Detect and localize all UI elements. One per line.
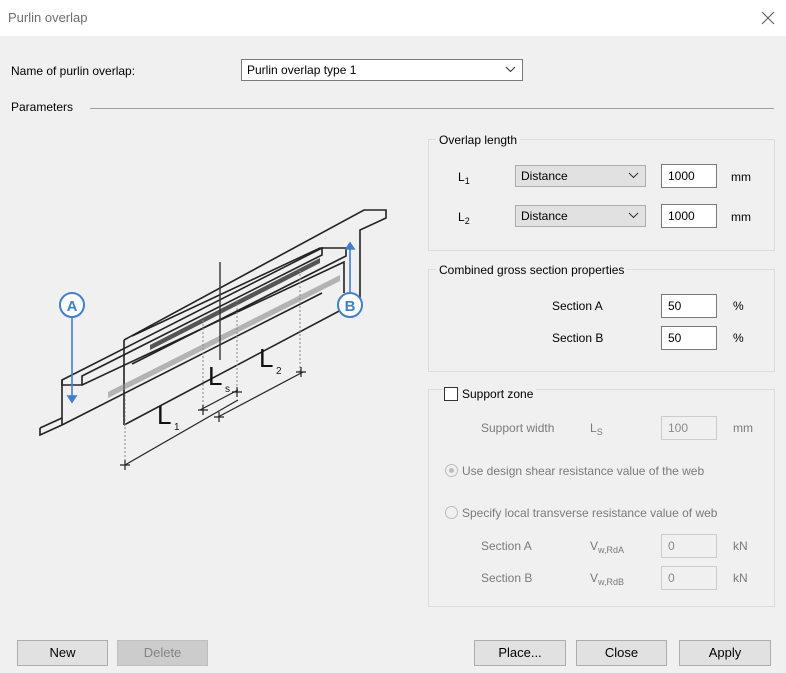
- combined-section-a-label: Section A: [552, 299, 603, 313]
- l1-value-input[interactable]: 1000: [661, 164, 717, 188]
- combined-section-a-input[interactable]: 50: [661, 294, 717, 318]
- parameters-separator: [90, 108, 774, 109]
- purlin-overlap-name-value: Purlin overlap type 1: [247, 63, 357, 77]
- support-section-b-unit: kN: [733, 571, 748, 585]
- dim-ls-label: L: [208, 361, 222, 391]
- l2-label: L2: [458, 210, 470, 226]
- dim-l2-label: L: [259, 343, 273, 373]
- name-label: Name of purlin overlap:: [11, 64, 136, 78]
- combined-group: [428, 269, 775, 372]
- overlap-length-title: Overlap length: [436, 133, 521, 147]
- apply-button[interactable]: Apply: [679, 640, 771, 666]
- support-width-symbol: LS: [590, 421, 603, 437]
- radio-use-design-shear[interactable]: [445, 464, 458, 477]
- combined-section-b-label: Section B: [552, 331, 604, 345]
- overlap-length-group: [428, 139, 775, 251]
- chevron-down-icon: [505, 66, 516, 73]
- l1-type-select[interactable]: Distance: [515, 165, 646, 187]
- l1-unit: mm: [731, 170, 751, 184]
- support-section-b-input[interactable]: 0: [661, 566, 717, 590]
- window-title: Purlin overlap: [8, 10, 88, 25]
- place-button[interactable]: Place...: [474, 640, 566, 666]
- l1-label: L1: [458, 170, 470, 186]
- l2-unit: mm: [731, 210, 751, 224]
- parameters-label: Parameters: [11, 100, 74, 114]
- radio-use-design-shear-label: Use design shear resistance value of the…: [462, 464, 705, 478]
- support-width-unit: mm: [733, 421, 753, 435]
- support-section-b-symbol: Vw,RdB: [590, 571, 625, 587]
- l2-type-value: Distance: [521, 209, 568, 223]
- title-bar: Purlin overlap: [0, 0, 786, 36]
- support-section-a-input[interactable]: 0: [661, 534, 717, 558]
- radio-specify-local-label: Specify local transverse resistance valu…: [462, 506, 718, 520]
- delete-button[interactable]: Delete: [117, 640, 208, 666]
- dim-l2-sub: 2: [276, 366, 282, 377]
- support-section-a-label: Section A: [481, 539, 532, 553]
- chevron-down-icon: [628, 172, 639, 179]
- support-zone-title: Support zone: [459, 387, 537, 401]
- l1-type-value: Distance: [521, 169, 568, 183]
- support-width-label: Support width: [481, 421, 555, 435]
- l2-value-input[interactable]: 1000: [661, 204, 717, 228]
- dim-l1-label: L: [157, 400, 171, 430]
- dim-ls-sub: s: [225, 384, 230, 395]
- combined-section-a-unit: %: [733, 299, 744, 313]
- purlin-overlap-diagram: A B L 1 L s L 2: [39, 209, 387, 470]
- marker-a: A: [67, 298, 78, 315]
- support-section-a-unit: kN: [733, 539, 748, 553]
- close-icon[interactable]: [756, 6, 780, 30]
- l2-type-select[interactable]: Distance: [515, 205, 646, 227]
- chevron-down-icon: [628, 212, 639, 219]
- new-button[interactable]: New: [17, 640, 108, 666]
- support-width-input[interactable]: 100: [661, 416, 717, 440]
- purlin-overlap-name-select[interactable]: Purlin overlap type 1: [241, 59, 523, 81]
- support-section-a-symbol: Vw,RdA: [590, 539, 625, 555]
- combined-title: Combined gross section properties: [436, 263, 628, 277]
- radio-specify-local[interactable]: [445, 506, 458, 519]
- marker-b: B: [345, 298, 356, 315]
- dim-l1-sub: 1: [174, 422, 180, 433]
- combined-section-b-input[interactable]: 50: [661, 326, 717, 350]
- combined-section-b-unit: %: [733, 331, 744, 345]
- support-section-b-label: Section B: [481, 571, 533, 585]
- support-zone-checkbox[interactable]: [444, 387, 458, 401]
- close-button[interactable]: Close: [576, 640, 667, 666]
